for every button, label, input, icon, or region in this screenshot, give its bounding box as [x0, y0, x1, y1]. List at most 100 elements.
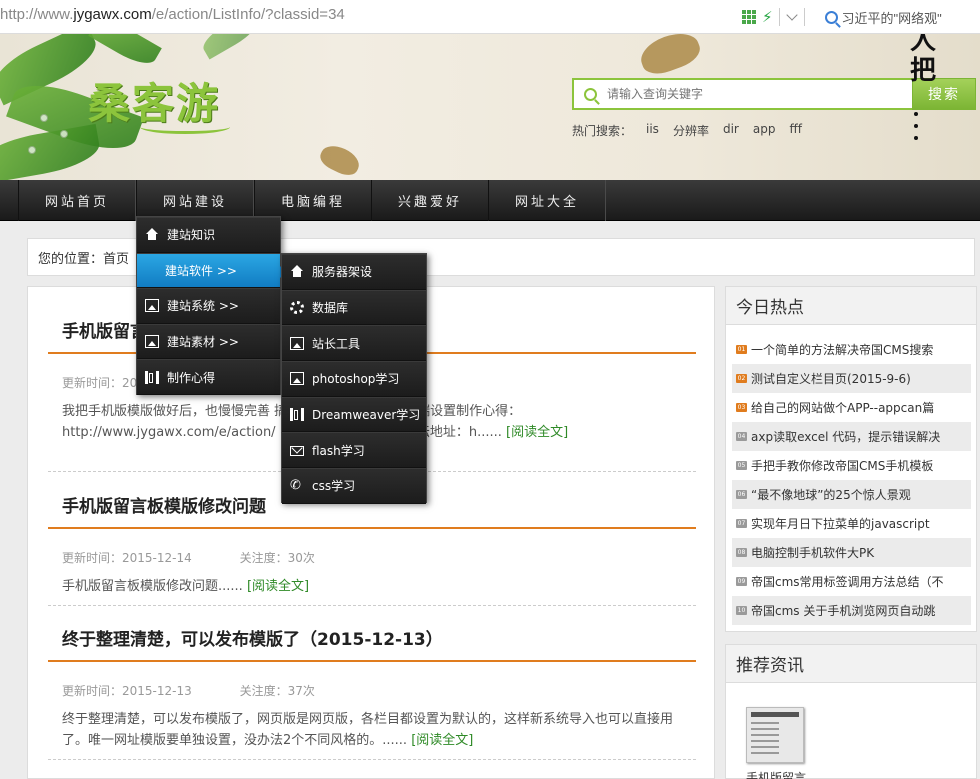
article-summary: 终于整理清楚，可以发布模版了，网页版是网页版，各栏目都设置为默认的，这样新系统导…: [48, 709, 696, 751]
hot-keyword[interactable]: dir: [723, 122, 739, 139]
recommend-panel: 推荐资讯 手机版留言: [725, 644, 977, 779]
hot-item[interactable]: 03 给自己的网站做个APP--appcan篇: [732, 393, 971, 422]
submenu-label: flash学习: [312, 443, 365, 458]
main-nav: 网站首页 网站建设 电脑编程 兴趣爱好 网址大全: [0, 180, 980, 221]
submenu-item[interactable]: photoshop学习: [282, 361, 426, 397]
bird-decoration: [635, 34, 705, 80]
submenu-item[interactable]: 服务器架设: [282, 254, 426, 290]
hot-keyword[interactable]: app: [753, 122, 776, 139]
submenu-label: 建站系统 >>: [167, 299, 239, 314]
hot-item[interactable]: 05 手把手教你修改帝国CMS手机模板: [732, 451, 971, 480]
hot-item[interactable]: 06 “最不像地球”的25个惊人景观: [732, 480, 971, 509]
hot-item-text: 手把手教你修改帝国CMS手机模板: [751, 459, 934, 473]
hot-item-text: 电脑控制手机软件大PK: [751, 546, 875, 560]
summary-text: 终于整理清楚，可以发布模版了，网页版是网页版，各栏目都设置为默认的，这样新系统导…: [62, 712, 674, 748]
rank-badge: 02: [736, 374, 747, 383]
hot-keyword[interactable]: 分辨率: [673, 122, 709, 139]
lightning-icon[interactable]: ⚡: [762, 9, 773, 25]
article-summary: 手机版留言板模版修改问题...... [阅读全文]: [48, 576, 696, 597]
search-icon: [584, 87, 597, 101]
hot-keyword[interactable]: iis: [646, 122, 659, 139]
submenu-item-active[interactable]: 建站软件 >>: [137, 252, 286, 289]
hot-item-text: 测试自定义栏目页(2015-9-6): [751, 372, 911, 386]
browser-search-suggestion[interactable]: 习近平的"网络观": [824, 8, 942, 27]
submenu-label: 站长工具: [312, 336, 361, 351]
film-icon: [290, 408, 304, 422]
submenu-site-building: 建站知识 建站软件 >> 建站系统 >> 建站素材 >> 制作心得: [136, 216, 286, 395]
hot-item[interactable]: 09 帝国cms常用标签调用方法总结（不: [732, 567, 971, 596]
hot-item-text: 帝国cms 关于手机浏览网页自动跳: [751, 604, 936, 618]
qr-code-icon[interactable]: [742, 10, 756, 24]
home-icon: [290, 265, 304, 278]
hot-item-text: “最不像地球”的25个惊人景观: [751, 488, 911, 502]
nav-item-links[interactable]: 网址大全: [488, 180, 606, 221]
read-more-link[interactable]: [阅读全文]: [506, 425, 568, 440]
decoration-dot: [914, 136, 918, 140]
water-drop-decoration: [28, 146, 36, 154]
hot-item[interactable]: 07 实现年月日下拉菜单的javascript: [732, 509, 971, 538]
url-text[interactable]: http://www.jygawx.com/e/action/ListInfo/…: [0, 6, 345, 23]
list-item: 手机版留言板模版修改问题 更新时间：2015-12-14 关注度：30次 手机版…: [48, 492, 696, 597]
site-header: 桑客游 搜索 热门搜索： iis 分辨率 dir app fff 人 把: [0, 34, 980, 180]
submenu-item[interactable]: flash学习: [282, 432, 426, 469]
nav-item-programming[interactable]: 电脑编程: [254, 180, 372, 221]
bamboo-leaf-decoration: [0, 123, 103, 180]
recommend-caption[interactable]: 手机版留言: [746, 769, 806, 779]
submenu-item[interactable]: 建站系统 >>: [137, 288, 280, 324]
browser-address-bar[interactable]: http://www.jygawx.com/e/action/ListInfo/…: [0, 0, 980, 34]
nav-item-home[interactable]: 网站首页: [18, 180, 136, 221]
rank-badge: 10: [736, 606, 747, 615]
chevron-down-icon[interactable]: [786, 11, 798, 23]
film-icon: [145, 370, 159, 384]
nav-item-site-building[interactable]: 网站建设: [136, 180, 254, 221]
submenu-item[interactable]: 数据库: [282, 289, 426, 326]
hot-list: 01 一个简单的方法解决帝国CMS搜索 02 测试自定义栏目页(2015-9-6) …: [726, 325, 976, 625]
submenu-label: 服务器架设: [312, 265, 373, 280]
submenu-item[interactable]: ✆ css学习: [282, 468, 426, 504]
decoration-dot: [914, 124, 918, 128]
picture-icon: [145, 299, 159, 313]
submenu-item[interactable]: 站长工具: [282, 325, 426, 362]
list-divider: [48, 759, 696, 760]
article-meta: 更新时间：2015-12-14 关注度：30次: [48, 549, 696, 566]
hot-item-text: 帝国cms常用标签调用方法总结（不: [751, 575, 944, 589]
hot-search-bar: 热门搜索： iis 分辨率 dir app fff: [572, 122, 802, 139]
search-field[interactable]: [572, 78, 912, 110]
breadcrumb-text[interactable]: 您的位置：首页: [38, 248, 129, 267]
calligraphy-decoration: 人 把: [906, 34, 946, 180]
read-more-link[interactable]: [阅读全文]: [247, 579, 309, 594]
hot-item[interactable]: 02 测试自定义栏目页(2015-9-6): [732, 364, 971, 393]
hot-keyword[interactable]: fff: [789, 122, 802, 139]
hot-item-text: 一个简单的方法解决帝国CMS搜索: [751, 343, 934, 357]
hot-item[interactable]: 08 电脑控制手机软件大PK: [732, 538, 971, 567]
submenu-item[interactable]: 建站知识: [137, 217, 280, 253]
article-time: 更新时间：20: [62, 376, 138, 390]
hot-item[interactable]: 10 帝国cms 关于手机浏览网页自动跳: [732, 596, 971, 625]
submenu-item[interactable]: 制作心得: [137, 359, 280, 395]
article-time: 更新时间：2015-12-13: [62, 684, 192, 698]
list-item: 终于整理清楚，可以发布模版了（2015-12-13） 更新时间：2015-12-…: [48, 625, 696, 751]
submenu-label: Dreamweaver学习: [312, 408, 421, 423]
nav-item-hobbies[interactable]: 兴趣爱好: [371, 180, 489, 221]
submenu-label: 建站素材 >>: [167, 335, 239, 350]
toolbar-divider: [778, 8, 780, 26]
submenu-item[interactable]: Dreamweaver学习: [282, 396, 426, 433]
read-more-link[interactable]: [阅读全文]: [411, 733, 473, 748]
submenu-item[interactable]: 建站素材 >>: [137, 323, 280, 360]
panel-title: 推荐资讯: [726, 645, 976, 683]
submenu-label: 制作心得: [167, 370, 216, 385]
search-input[interactable]: [607, 87, 887, 101]
summary-text: 手机版留言板模版修改问题......: [62, 579, 243, 594]
article-time: 更新时间：2015-12-14: [62, 551, 192, 565]
hot-item[interactable]: 01 一个简单的方法解决帝国CMS搜索: [732, 335, 971, 364]
submenu-label: css学习: [312, 479, 356, 494]
hot-item[interactable]: 04 axp读取excel 代码，提示错误解决: [732, 422, 971, 451]
recommend-thumbnail[interactable]: [746, 707, 804, 763]
search-icon: [824, 10, 838, 24]
home-icon: [145, 228, 159, 241]
article-views: 关注度：30次: [239, 551, 315, 565]
rank-badge: 04: [736, 432, 747, 441]
picture-icon: [290, 336, 304, 350]
rank-badge: 03: [736, 403, 747, 412]
article-title[interactable]: 终于整理清楚，可以发布模版了（2015-12-13）: [48, 625, 696, 662]
